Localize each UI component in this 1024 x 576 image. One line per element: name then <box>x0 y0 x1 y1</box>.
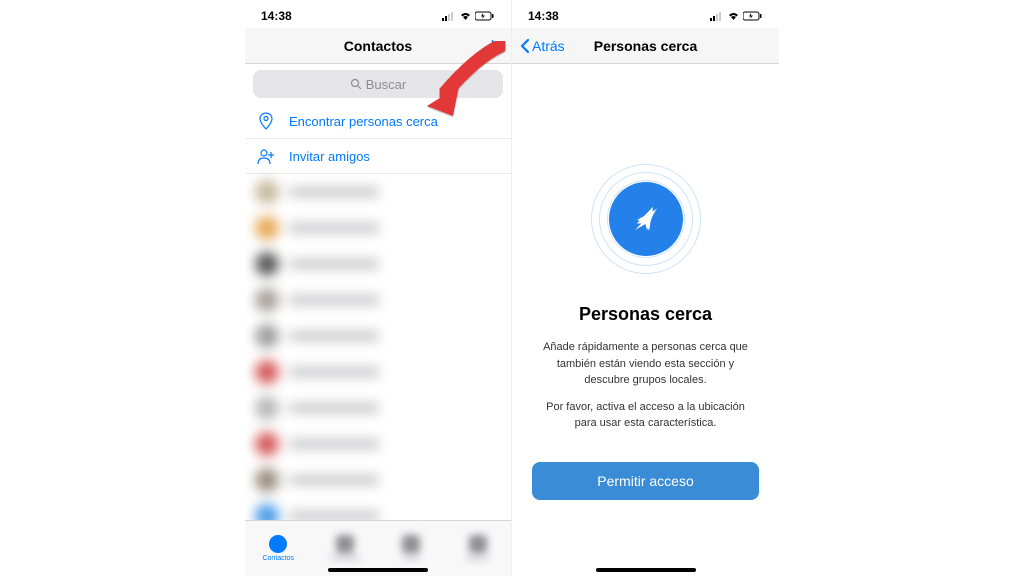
contact-name <box>289 331 379 341</box>
nav-bar: Contactos + <box>245 28 511 64</box>
contact-name <box>289 439 379 449</box>
search-icon <box>350 78 362 90</box>
contact-name <box>289 475 379 485</box>
tab-settings[interactable]: Ajustes <box>445 521 512 576</box>
avatar <box>255 360 279 384</box>
contact-name <box>289 403 379 413</box>
contact-row[interactable] <box>245 282 511 318</box>
contact-row[interactable] <box>245 390 511 426</box>
tab-contacts-label: Contactos <box>262 555 294 562</box>
battery-icon <box>743 11 763 21</box>
allow-access-button[interactable]: Permitir acceso <box>532 462 759 500</box>
calls-icon <box>336 535 354 553</box>
contact-name <box>289 187 379 197</box>
find-nearby-label: Encontrar personas cerca <box>289 114 438 129</box>
location-pin-icon <box>257 112 275 130</box>
tab-calls-label: Llamadas <box>330 555 360 562</box>
contacts-list[interactable] <box>245 174 511 576</box>
contacts-screen: 14:38 Contactos + Buscar Encontrar perso… <box>245 0 512 576</box>
contact-name <box>289 367 379 377</box>
page-title: Contactos <box>344 38 412 54</box>
nearby-content: Personas cerca Añade rápidamente a perso… <box>512 64 779 576</box>
page-title: Personas cerca <box>594 38 698 54</box>
avatar <box>255 252 279 276</box>
nearby-illustration <box>591 164 701 274</box>
wifi-icon <box>727 11 740 21</box>
status-time: 14:38 <box>261 9 292 23</box>
invite-friends-label: Invitar amigos <box>289 149 370 164</box>
avatar <box>255 432 279 456</box>
contact-name <box>289 223 379 233</box>
status-bar: 14:38 <box>512 0 779 28</box>
settings-icon <box>469 535 487 553</box>
tab-chats-label: Chats <box>402 555 420 562</box>
avatar <box>255 324 279 348</box>
invite-friends-row[interactable]: Invitar amigos <box>245 139 511 174</box>
avatar <box>255 216 279 240</box>
contact-row[interactable] <box>245 426 511 462</box>
back-label: Atrás <box>532 38 565 54</box>
contact-row[interactable] <box>245 318 511 354</box>
navigation-arrow-icon <box>629 202 663 236</box>
search-input[interactable]: Buscar <box>253 70 503 98</box>
nearby-description-1: Añade rápidamente a personas cerca que t… <box>532 339 759 389</box>
status-time: 14:38 <box>528 9 559 23</box>
tab-contacts[interactable]: Contactos <box>245 521 312 576</box>
home-indicator[interactable] <box>596 568 696 572</box>
contact-row[interactable] <box>245 246 511 282</box>
battery-icon <box>475 11 495 21</box>
add-button[interactable]: + <box>486 33 499 59</box>
tab-settings-label: Ajustes <box>466 555 489 562</box>
search-placeholder: Buscar <box>366 77 406 92</box>
contact-row[interactable] <box>245 174 511 210</box>
chevron-left-icon <box>520 38 530 54</box>
avatar <box>255 468 279 492</box>
status-bar: 14:38 <box>245 0 511 28</box>
contact-name <box>289 259 379 269</box>
avatar <box>255 396 279 420</box>
nearby-heading: Personas cerca <box>532 304 759 325</box>
contacts-icon <box>269 535 287 553</box>
avatar <box>255 288 279 312</box>
add-person-icon <box>257 147 275 165</box>
signal-icon <box>710 11 724 21</box>
chats-icon <box>402 535 420 553</box>
home-indicator[interactable] <box>328 568 428 572</box>
nearby-description-2: Por favor, activa el acceso a la ubicaci… <box>532 399 759 432</box>
contact-row[interactable] <box>245 210 511 246</box>
contact-row[interactable] <box>245 462 511 498</box>
nearby-screen: 14:38 Atrás Personas cerca <box>512 0 779 576</box>
back-button[interactable]: Atrás <box>520 38 565 54</box>
avatar <box>255 180 279 204</box>
contact-name <box>289 295 379 305</box>
find-nearby-row[interactable]: Encontrar personas cerca <box>245 104 511 139</box>
wifi-icon <box>459 11 472 21</box>
status-icons <box>710 11 763 21</box>
signal-icon <box>442 11 456 21</box>
contact-row[interactable] <box>245 354 511 390</box>
status-icons <box>442 11 495 21</box>
nav-bar: Atrás Personas cerca <box>512 28 779 64</box>
